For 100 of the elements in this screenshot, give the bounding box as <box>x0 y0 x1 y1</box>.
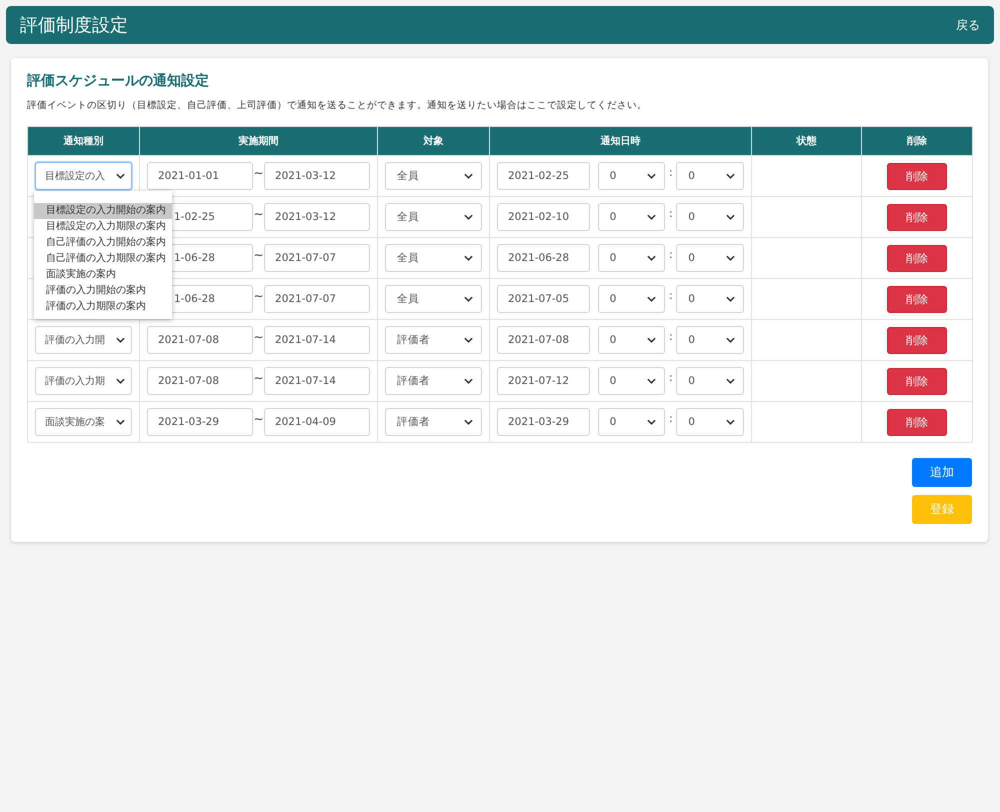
chevron-icon <box>116 378 125 384</box>
minute-select[interactable]: 0 <box>676 244 744 272</box>
end-date-field[interactable]: 2021-07-07 <box>264 244 370 272</box>
target-select[interactable]: 評価者 <box>385 367 482 395</box>
notify-date-field[interactable]: 2021-03-29 <box>497 408 590 436</box>
column-header: 状態 <box>752 126 862 156</box>
range-separator: ~ <box>253 248 264 262</box>
delete-button[interactable]: 削除 <box>887 368 947 394</box>
chevron-icon <box>464 337 473 343</box>
back-link[interactable]: 戻る <box>956 16 980 34</box>
chevron-icon <box>116 173 125 179</box>
notify-date-field[interactable]: 2021-06-28 <box>497 244 590 272</box>
hour-select[interactable]: 0 <box>598 408 666 436</box>
column-header: 実施期間 <box>140 126 378 156</box>
notify-date-field[interactable]: 2021-02-25 <box>497 162 590 190</box>
delete-button[interactable]: 削除 <box>887 326 947 354</box>
end-date-field[interactable]: 2021-04-09 <box>264 408 370 436</box>
target-select[interactable]: 全員 <box>385 162 482 190</box>
end-date-field[interactable]: 2021-07-14 <box>264 326 370 354</box>
chevron-icon <box>726 296 735 302</box>
minute-select[interactable]: 0 <box>676 162 744 190</box>
minute-select[interactable]: 0 <box>676 203 744 231</box>
notify-date-field[interactable]: 2021-02-10 <box>497 203 590 231</box>
chevron-icon <box>464 419 473 425</box>
range-separator: ~ <box>253 330 264 344</box>
minute-select[interactable]: 0 <box>676 285 744 313</box>
range-separator: ~ <box>253 289 264 303</box>
dropdown-option[interactable]: 目標設定の入力開始の案内 <box>34 203 172 219</box>
range-separator: ~ <box>253 166 264 180</box>
delete-button[interactable]: 削除 <box>887 286 947 312</box>
minute-select[interactable]: 0 <box>676 326 744 354</box>
column-header: 対象 <box>378 126 490 156</box>
hour-select[interactable]: 0 <box>598 162 666 190</box>
column-header: 削除 <box>862 126 972 156</box>
chevron-icon <box>726 378 735 384</box>
type-select[interactable]: 評価の入力期 <box>35 367 132 395</box>
section-description: 評価イベントの区切り（目標設定、自己評価、上司評価）で通知を送ることができます。通知を送りたい場合はここで設定してください。 <box>27 99 648 112</box>
chevron-icon <box>647 173 656 179</box>
time-separator: : <box>668 371 674 384</box>
column-header: 通知種別 <box>28 126 140 156</box>
target-select[interactable]: 評価者 <box>385 326 482 354</box>
hour-select[interactable]: 0 <box>598 326 666 354</box>
chevron-icon <box>464 173 473 179</box>
chevron-icon <box>647 214 656 220</box>
time-separator: : <box>668 248 674 261</box>
target-select[interactable]: 全員 <box>385 203 482 231</box>
minute-select[interactable]: 0 <box>676 408 744 436</box>
time-separator: : <box>668 166 674 179</box>
end-date-field[interactable]: 2021-07-07 <box>264 285 370 313</box>
hour-select[interactable]: 0 <box>598 367 666 395</box>
notify-date-field[interactable]: 2021-07-08 <box>497 326 590 354</box>
chevron-icon <box>726 173 735 179</box>
hour-select[interactable]: 0 <box>598 244 666 272</box>
section-title: 評価スケジュールの通知設定 <box>27 72 210 90</box>
type-select[interactable]: 目標設定の入 <box>35 162 132 190</box>
chevron-icon <box>647 419 656 425</box>
minute-select[interactable]: 0 <box>676 367 744 395</box>
chevron-icon <box>726 419 735 425</box>
chevron-icon <box>464 378 473 384</box>
chevron-icon <box>464 296 473 302</box>
start-date-field[interactable]: 2021-03-29 <box>147 408 254 436</box>
start-date-field[interactable]: 2021-07-08 <box>147 367 254 395</box>
hour-select[interactable]: 0 <box>598 203 666 231</box>
column-header: 通知日時 <box>490 126 752 156</box>
chevron-icon <box>464 255 473 261</box>
chevron-icon <box>647 296 656 302</box>
type-select[interactable]: 面談実施の案 <box>35 408 132 436</box>
time-separator: : <box>668 330 674 343</box>
range-separator: ~ <box>253 207 264 221</box>
delete-button[interactable]: 削除 <box>887 408 947 436</box>
delete-button[interactable]: 削除 <box>887 204 947 230</box>
chevron-icon <box>116 419 125 425</box>
range-separator: ~ <box>253 412 264 426</box>
notify-date-field[interactable]: 2021-07-12 <box>497 367 590 395</box>
end-date-field[interactable]: 2021-07-14 <box>264 367 370 395</box>
chevron-icon <box>116 337 125 343</box>
type-select[interactable]: 評価の入力開 <box>35 326 132 354</box>
chevron-icon <box>647 337 656 343</box>
delete-button[interactable]: 削除 <box>887 162 947 190</box>
notify-date-field[interactable]: 2021-07-05 <box>497 285 590 313</box>
chevron-icon <box>647 255 656 261</box>
chevron-icon <box>647 378 656 384</box>
target-select[interactable]: 評価者 <box>385 408 482 436</box>
delete-button[interactable]: 削除 <box>887 244 947 272</box>
end-date-field[interactable]: 2021-03-12 <box>264 203 370 231</box>
range-separator: ~ <box>253 371 264 385</box>
time-separator: : <box>668 412 674 425</box>
hour-select[interactable]: 0 <box>598 285 666 313</box>
time-separator: : <box>668 207 674 220</box>
chevron-icon <box>464 214 473 220</box>
page-title: 評価制度設定 <box>20 14 128 37</box>
start-date-field[interactable]: 2021-01-01 <box>147 162 254 190</box>
chevron-icon <box>726 337 735 343</box>
end-date-field[interactable]: 2021-03-12 <box>264 162 370 190</box>
time-separator: : <box>668 289 674 302</box>
chevron-icon <box>726 214 735 220</box>
target-select[interactable]: 全員 <box>385 244 482 272</box>
add-button[interactable]: 追加 <box>912 458 972 487</box>
target-select[interactable]: 全員 <box>385 285 482 313</box>
start-date-field[interactable]: 2021-07-08 <box>147 326 254 354</box>
